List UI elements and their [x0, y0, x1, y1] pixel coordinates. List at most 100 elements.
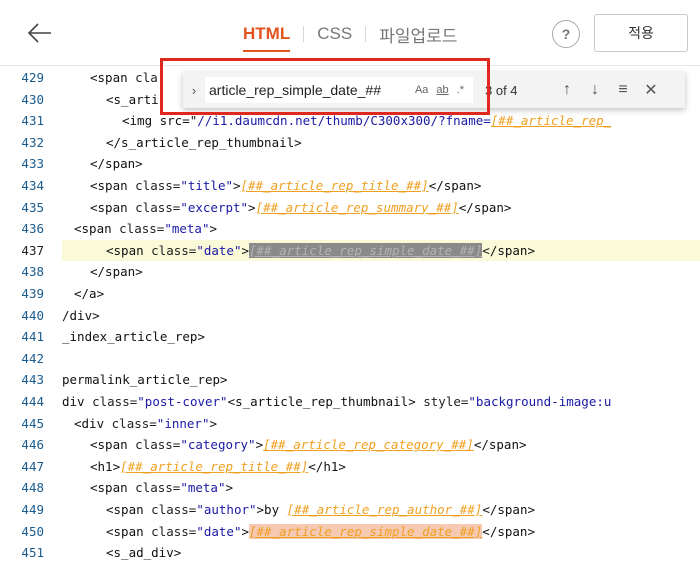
- help-button[interactable]: ?: [552, 20, 580, 48]
- tab-divider: [303, 26, 305, 42]
- code-token: class=: [151, 523, 197, 539]
- code-token: //i1.daumcdn.net/thumb/C300x300/?fname=: [197, 113, 491, 129]
- annotation-highlight-box: [160, 58, 490, 115]
- code-token: "date": [196, 242, 242, 258]
- code-line[interactable]: <s_ad_div>: [62, 542, 700, 564]
- code-token: [##_article_rep_: [490, 113, 612, 129]
- code-token: >: [241, 242, 249, 258]
- code-line[interactable]: <span class="excerpt">[##_article_rep_su…: [62, 197, 700, 219]
- line-number: 433: [21, 156, 44, 172]
- code-token: style=: [423, 394, 469, 409]
- code-line[interactable]: <h1>[##_article_rep_title_##]</h1>: [62, 456, 700, 478]
- code-line[interactable]: <div class="inner">: [62, 413, 700, 435]
- line-number: 430: [21, 91, 44, 107]
- code-token: </span>: [90, 264, 143, 280]
- code-token: /div>: [62, 307, 100, 323]
- code-token: </span>: [90, 156, 143, 172]
- line-number: 448: [21, 480, 44, 496]
- code-token: "excerpt": [180, 199, 249, 215]
- code-token: >: [241, 523, 249, 539]
- code-token: </span>: [482, 242, 535, 258]
- code-line[interactable]: <span class="meta">: [62, 218, 700, 240]
- code-token: "category": [180, 437, 256, 453]
- code-token: class=: [135, 480, 181, 496]
- code-token: >: [209, 221, 217, 237]
- line-number: 442: [21, 350, 44, 366]
- line-number-gutter: 429 430 431 432 433 434 435 436 437 438 439 440 441 4…: [0, 66, 62, 565]
- arrow-up-icon[interactable]: ↑: [553, 81, 581, 99]
- back-button[interactable]: [24, 18, 54, 48]
- code-token: "meta": [164, 221, 210, 237]
- code-line[interactable]: </s_article_rep_thumbnail>: [62, 132, 700, 154]
- code-line[interactable]: <span class="category">[##_article_rep_c…: [62, 434, 700, 456]
- match-count: 3 of 4: [485, 82, 518, 98]
- code-line[interactable]: <span class="date">[##_article_rep_simpl…: [62, 239, 700, 262]
- code-token: "author": [196, 502, 257, 517]
- code-token: <span: [90, 437, 136, 453]
- code-token: <span: [90, 178, 136, 193]
- code-token: cla: [135, 70, 158, 85]
- code-token: [##_article_rep_title_##]: [120, 458, 309, 474]
- code-token: "background-image:u: [468, 394, 612, 409]
- code-line[interactable]: [62, 348, 700, 370]
- line-number: 434: [21, 178, 44, 193]
- code-token: <img src=": [122, 113, 198, 129]
- editor-header: HTML CSS 파일업로드 ? 적용: [0, 0, 700, 66]
- code-token: "post-cover": [137, 394, 228, 409]
- line-number: 443: [21, 372, 44, 388]
- code-token: >: [209, 415, 218, 431]
- line-number: 444: [21, 394, 44, 409]
- code-token: "title": [180, 178, 233, 193]
- code-line[interactable]: div class="post-cover"<s_article_rep_thu…: [62, 391, 700, 413]
- code-token: class=: [119, 221, 165, 237]
- line-number: 432: [21, 134, 44, 150]
- code-line[interactable]: </span>: [62, 261, 700, 283]
- line-number: 449: [21, 502, 44, 517]
- code-token: <span: [74, 221, 120, 237]
- code-line[interactable]: </a>: [62, 283, 700, 305]
- code-token: <span: [90, 199, 136, 215]
- code-token: >: [255, 437, 264, 453]
- code-line[interactable]: permalink_article_rep>: [62, 369, 700, 391]
- arrow-left-icon: [27, 23, 51, 43]
- code-line[interactable]: </span>: [62, 153, 700, 175]
- code-token: [##_article_rep_category_##]: [263, 437, 474, 453]
- code-editor[interactable]: 429 430 431 432 433 434 435 436 437 438 439 440 441 4…: [0, 66, 700, 565]
- line-number: 439: [21, 286, 44, 301]
- close-icon[interactable]: ✕: [637, 80, 665, 100]
- code-token: </span>: [482, 502, 535, 517]
- tab-file-upload[interactable]: 파일업로드: [379, 22, 457, 47]
- line-number: 445: [21, 415, 44, 431]
- search-match: [##_article_rep_simple_date_##]: [249, 523, 483, 539]
- tab-divider: [365, 26, 367, 42]
- arrow-down-icon[interactable]: ↓: [581, 81, 609, 99]
- line-number: 450: [21, 523, 44, 539]
- code-line[interactable]: /div>: [62, 305, 700, 327]
- line-number: 446: [21, 437, 44, 453]
- code-token: [##_article_rep_summary_##]: [255, 199, 459, 215]
- editor-tabs: HTML CSS 파일업로드: [243, 22, 457, 52]
- code-token: class=: [151, 242, 197, 258]
- code-line[interactable]: _index_article_rep>: [62, 326, 700, 348]
- code-line[interactable]: <span class="title">[##_article_rep_titl…: [62, 175, 700, 197]
- code-token: "inner": [156, 415, 210, 431]
- code-line[interactable]: <span class="meta">: [62, 477, 700, 499]
- code-token: <s_arti: [106, 91, 159, 107]
- code-token: class=: [92, 394, 138, 409]
- code-line[interactable]: <span class="author">by [##_article_rep_…: [62, 499, 700, 521]
- code-token: <s_article_rep_thumbnail>: [227, 394, 424, 409]
- find-in-selection-icon[interactable]: ≡: [609, 81, 637, 99]
- code-token: "meta": [180, 480, 226, 496]
- line-number: 451: [21, 545, 44, 561]
- line-number: 429: [21, 70, 44, 85]
- line-number: 437: [21, 242, 44, 258]
- code-token: [##_article_rep_title_##]: [240, 178, 429, 193]
- apply-button[interactable]: 적용: [594, 14, 688, 52]
- tab-html[interactable]: HTML: [243, 24, 291, 52]
- code-token: <span: [106, 523, 152, 539]
- code-token: <span: [106, 502, 152, 517]
- code-line[interactable]: <span class="date">[##_article_rep_simpl…: [62, 521, 700, 543]
- tab-css[interactable]: CSS: [317, 24, 352, 44]
- current-search-match: [##_article_rep_simple_date_##]: [249, 242, 483, 258]
- code-token: <span: [90, 480, 136, 496]
